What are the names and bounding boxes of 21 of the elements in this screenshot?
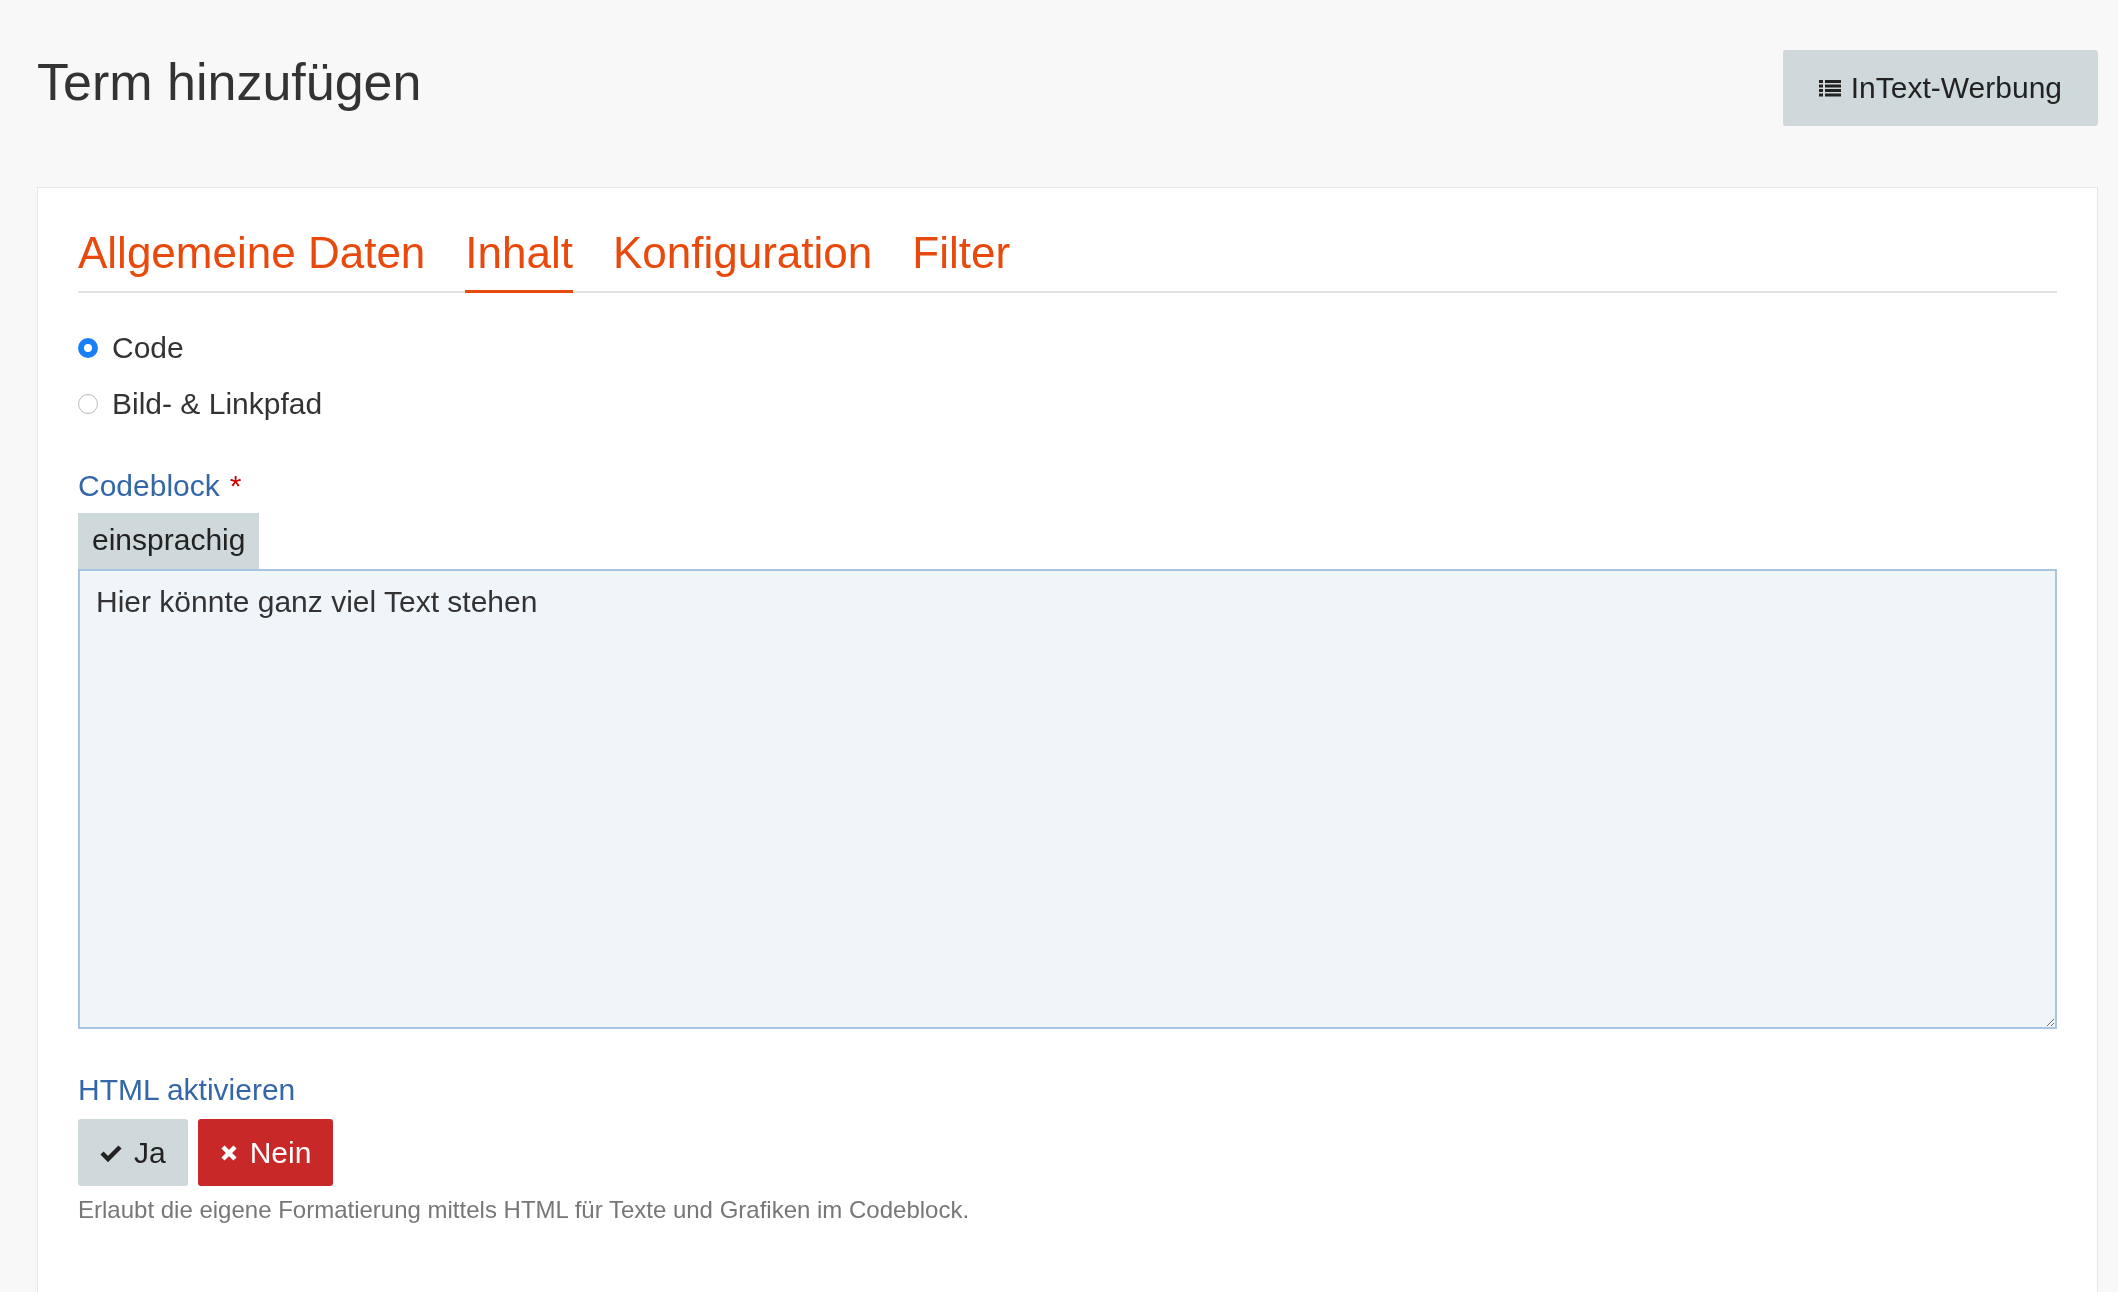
field-label: Codeblock [78, 469, 220, 503]
radio-button[interactable] [78, 338, 98, 358]
tab[interactable]: Allgemeine Daten [78, 228, 426, 293]
page-title: Term hinzufügen [37, 52, 422, 112]
code-textarea[interactable]: Hier könnte ganz viel Text stehen [78, 569, 2057, 1029]
list-icon [1818, 79, 1841, 97]
list-view-button[interactable]: InText-Werbung [1782, 50, 2098, 126]
check-icon [100, 1143, 122, 1162]
radio-label: Code [112, 331, 184, 365]
language-tab[interactable]: einsprachig [78, 513, 260, 569]
field-label: HTML aktivieren [78, 1073, 297, 1107]
radio-label: Bild- & Linkpfad [112, 387, 323, 421]
required-mark: * [229, 469, 242, 503]
close-icon [219, 1143, 238, 1162]
help-text: Erlaubt die eigene Formatierung mittels HTML für Texte und Grafiken im Codeblock. [78, 1196, 971, 1224]
tab[interactable]: Inhalt [465, 228, 573, 293]
yes-button[interactable]: Ja [78, 1119, 188, 1186]
tab[interactable]: Konfiguration [612, 228, 873, 293]
tab[interactable]: Filter [912, 228, 1011, 293]
radio-button[interactable] [78, 394, 98, 414]
no-button[interactable]: Nein [197, 1119, 334, 1186]
